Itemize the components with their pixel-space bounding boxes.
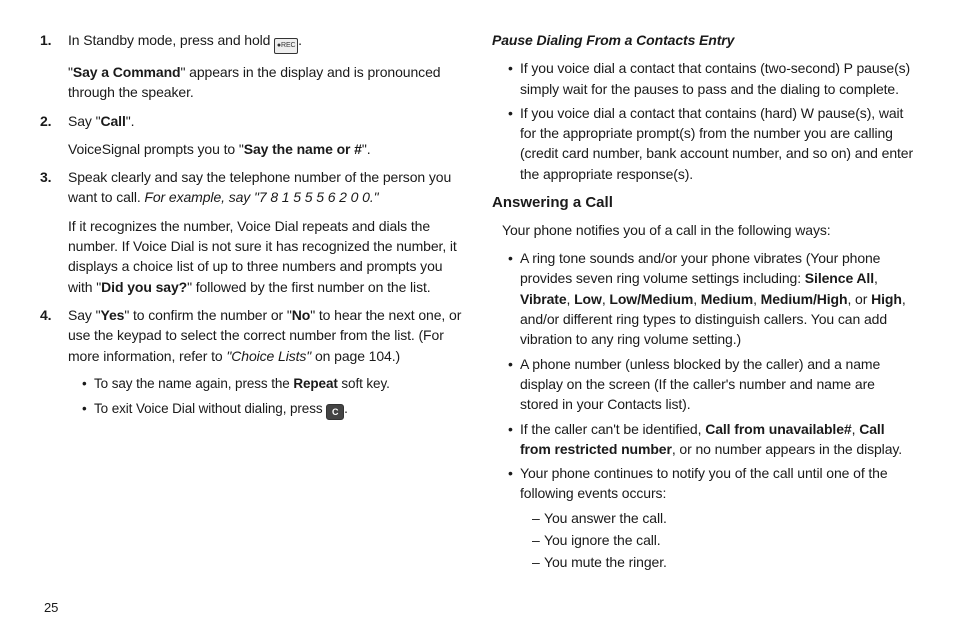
page: 1. In Standby mode, press and hold ●REC. "… — [0, 0, 954, 636]
answer-sub-item: You answer the call. — [532, 508, 914, 528]
pause-heading: Pause Dialing From a Contacts Entry — [492, 30, 914, 50]
pause-bullet: If you voice dial a contact that contain… — [508, 103, 914, 184]
step-number: 2. — [40, 111, 51, 131]
answer-bullet: A phone number (unless blocked by the ca… — [508, 354, 914, 415]
answer-bullet: A ring tone sounds and/or your phone vib… — [508, 248, 914, 349]
numbered-steps: 1. In Standby mode, press and hold ●REC. "… — [40, 30, 462, 420]
step-item: 2. Say "Call". VoiceSignal prompts you to … — [40, 111, 462, 160]
step-line: In Standby mode, press and hold ●REC. — [68, 30, 462, 54]
step-number: 3. — [40, 167, 51, 187]
answering-intro: Your phone notifies you of a call in the… — [492, 220, 914, 240]
step-sub-bullet: To say the name again, press the Repeat … — [82, 374, 462, 394]
answering-heading: Answering a Call — [492, 192, 914, 214]
pause-bullets: If you voice dial a contact that contain… — [492, 58, 914, 184]
answer-sub-item: You mute the ringer. — [532, 552, 914, 572]
answer-sub-list: You answer the call.You ignore the call.… — [520, 508, 914, 573]
clear-key-icon: C — [326, 404, 344, 420]
step-line: Speak clearly and say the telephone numb… — [68, 167, 462, 208]
answer-sub-item: You ignore the call. — [532, 530, 914, 550]
pause-bullet: If you voice dial a contact that contain… — [508, 58, 914, 99]
left-column: 1. In Standby mode, press and hold ●REC. "… — [40, 30, 462, 626]
rec-key-icon: ●REC — [274, 38, 298, 54]
step-item: 3. Speak clearly and say the telephone nu… — [40, 167, 462, 297]
answer-bullet: If the caller can't be identified, Call … — [508, 419, 914, 460]
step-sub-bullet: To exit Voice Dial without dialing, pres… — [82, 399, 462, 420]
step-number: 4. — [40, 305, 51, 325]
step-sub-bullets: To say the name again, press the Repeat … — [68, 374, 462, 421]
step-line: Say "Call". — [68, 111, 462, 131]
step-number: 1. — [40, 30, 51, 50]
step-line: VoiceSignal prompts you to "Say the name… — [68, 139, 462, 159]
answer-bullet: Your phone continues to notify you of th… — [508, 463, 914, 572]
step-line: If it recognizes the number, Voice Dial … — [68, 216, 462, 297]
page-number: 25 — [44, 599, 58, 618]
right-column: Pause Dialing From a Contacts Entry If y… — [492, 30, 914, 626]
step-item: 1. In Standby mode, press and hold ●REC. "… — [40, 30, 462, 103]
answering-bullets: A ring tone sounds and/or your phone vib… — [492, 248, 914, 572]
step-item: 4. Say "Yes" to confirm the number or "No… — [40, 305, 462, 420]
step-line: Say "Yes" to confirm the number or "No" … — [68, 305, 462, 366]
step-line: "Say a Command" appears in the display a… — [68, 62, 462, 103]
